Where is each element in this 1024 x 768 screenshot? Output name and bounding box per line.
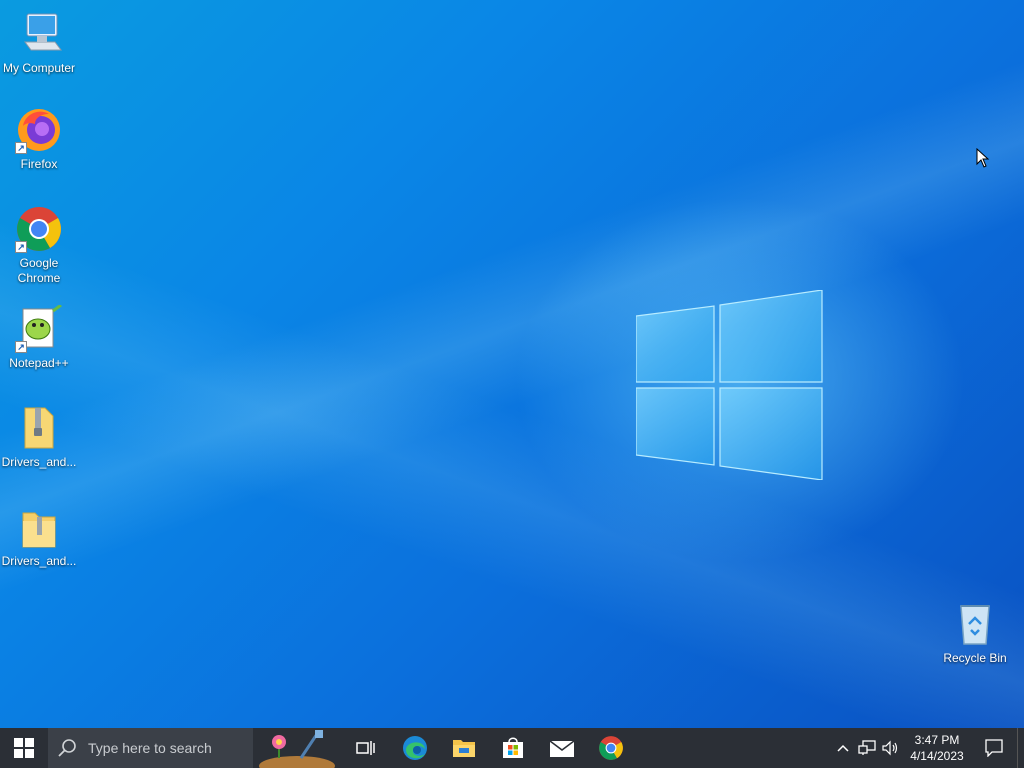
wallpaper-light-beam <box>0 0 1024 768</box>
desktop-icon-firefox[interactable]: ↗ Firefox <box>0 106 78 172</box>
taskbar: Type here to search 3:47 PM 4/14/2023 <box>0 728 1024 768</box>
system-tray: 3:47 PM 4/14/2023 <box>831 728 1024 768</box>
chrome-icon <box>598 736 623 760</box>
wallpaper-light-beam <box>0 0 1024 768</box>
volume-button[interactable] <box>879 728 903 768</box>
notification-icon <box>985 739 1003 757</box>
start-button[interactable] <box>0 728 48 768</box>
taskbar-edge-button[interactable] <box>390 728 439 768</box>
desktop-icon-label: Google Chrome <box>17 256 61 285</box>
desktop-icon-my-computer[interactable]: My Computer <box>0 10 78 76</box>
search-highlight-art[interactable] <box>253 728 341 768</box>
taskbar-search-box[interactable]: Type here to search <box>48 728 253 768</box>
desktop-icon-label: Drivers_and... <box>1 554 77 568</box>
clock-time: 3:47 PM <box>914 733 960 747</box>
windows-start-icon <box>14 738 34 758</box>
chevron-up-icon <box>837 744 849 752</box>
zip-folder-icon <box>15 503 63 551</box>
taskbar-microsoft-store-button[interactable] <box>488 728 537 768</box>
desktop-icon-label: Recycle Bin <box>943 651 1007 665</box>
taskbar-file-explorer-button[interactable] <box>439 728 488 768</box>
desktop-icon-notepad-plus-plus[interactable]: ↗ Notepad++ <box>0 303 78 371</box>
volume-icon <box>882 740 898 756</box>
shortcut-arrow-icon: ↗ <box>15 241 27 253</box>
show-hidden-icons-button[interactable] <box>831 728 855 768</box>
edge-icon <box>402 736 427 760</box>
desktop-icon-label: Drivers_and... <box>1 455 77 469</box>
clock-date: 4/14/2023 <box>910 749 964 763</box>
flower-pot-icon <box>259 730 335 768</box>
mouse-cursor-icon <box>976 148 990 168</box>
network-icon <box>858 740 876 755</box>
firefox-icon: ↗ <box>15 106 63 154</box>
search-placeholder: Type here to search <box>88 740 212 756</box>
mail-icon <box>549 740 574 757</box>
desktop-icon-label: Firefox <box>20 157 58 171</box>
zip-folder-icon <box>15 404 63 452</box>
search-icon <box>58 739 76 757</box>
desktop-icon-zip-folder[interactable]: Drivers_and... <box>0 404 78 470</box>
recycle-bin-icon <box>951 600 999 648</box>
desktop-icon-label: Notepad++ <box>9 356 69 370</box>
desktop-icon-zip-folder[interactable]: Drivers_and... <box>0 503 78 569</box>
taskbar-mail-button[interactable] <box>537 728 586 768</box>
computer-icon <box>15 10 63 58</box>
shortcut-arrow-icon: ↗ <box>15 341 27 353</box>
desktop-icon-recycle-bin[interactable]: Recycle Bin <box>936 600 1014 666</box>
task-view-button[interactable] <box>341 728 390 768</box>
network-button[interactable] <box>855 728 879 768</box>
desktop-icon-label: My Computer <box>2 61 76 75</box>
windows-logo-wallpaper <box>636 290 823 480</box>
taskbar-chrome-button[interactable] <box>586 728 635 768</box>
notepad-plus-plus-icon: ↗ <box>15 303 63 353</box>
desktop-icon-google-chrome[interactable]: ↗ Google Chrome <box>0 205 78 286</box>
file-explorer-icon <box>452 740 475 757</box>
microsoft-store-icon <box>502 737 523 758</box>
taskbar-clock[interactable]: 3:47 PM 4/14/2023 <box>903 732 971 764</box>
shortcut-arrow-icon: ↗ <box>15 142 27 154</box>
show-desktop-button[interactable] <box>1017 728 1024 768</box>
chrome-icon: ↗ <box>15 205 63 253</box>
action-center-button[interactable] <box>971 728 1017 768</box>
task-view-icon <box>355 741 375 755</box>
